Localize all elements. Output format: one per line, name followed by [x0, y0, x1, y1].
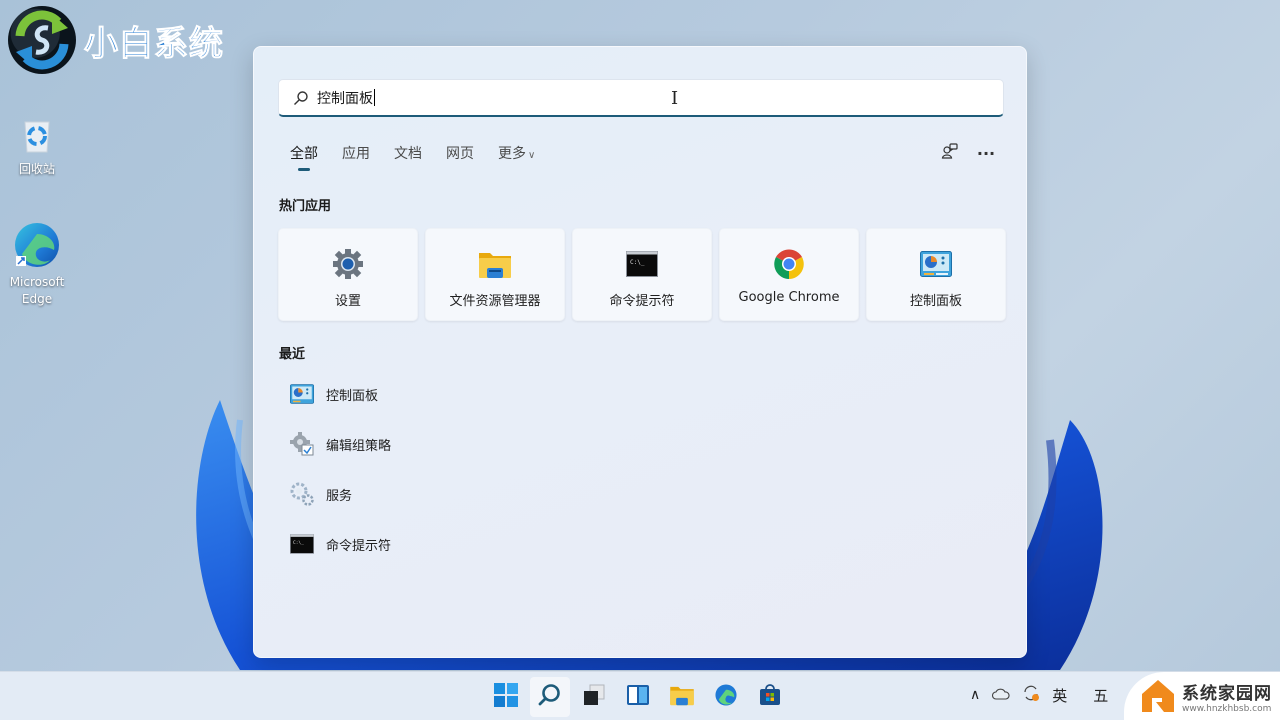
- top-app-label: 设置: [334, 294, 361, 309]
- search-input[interactable]: 控制面板: [317, 88, 373, 108]
- recent-item-label: 编辑组策略: [326, 438, 392, 454]
- command-prompt-icon: C:\_: [289, 531, 315, 557]
- top-app-file-explorer[interactable]: 文件资源管理器: [425, 228, 565, 321]
- taskbar-apps: [486, 677, 790, 717]
- site-watermark: 系统家园网 www.hnzkhbsb.com: [1124, 672, 1280, 720]
- desktop-icon-recycle-bin[interactable]: 回收站: [2, 116, 72, 177]
- top-app-label: Google Chrome: [738, 290, 840, 305]
- desktop-icon-label: Microsoft Edge: [9, 275, 65, 306]
- file-explorer-icon: [478, 247, 512, 281]
- top-app-settings[interactable]: 设置: [278, 228, 418, 321]
- top-app-command-prompt[interactable]: C:\_ 命令提示符: [572, 228, 712, 321]
- control-panel-icon: [289, 381, 315, 407]
- more-options-button[interactable]: ···: [972, 139, 1000, 167]
- text-caret: [374, 89, 375, 106]
- account-switch-button[interactable]: [936, 139, 964, 167]
- edge-icon: [12, 220, 62, 270]
- command-prompt-icon: C:\_: [625, 247, 659, 281]
- search-icon: [538, 683, 562, 711]
- taskbar-task-view-button[interactable]: [574, 677, 614, 717]
- site-logo-watermark: 小白系统: [8, 6, 224, 74]
- tab-more[interactable]: 更多 ∨: [498, 143, 535, 163]
- search-flyout: 控制面板 I 全部 应用 文档 网页 更多 ∨ ··· 热门应用 设置 文件资源…: [253, 46, 1027, 658]
- ime-language-indicator[interactable]: 英: [1052, 685, 1067, 706]
- tab-all[interactable]: 全部: [290, 143, 318, 171]
- system-tray: ∧ 英 五: [970, 684, 1108, 706]
- services-icon: [289, 481, 315, 507]
- recent-item-control-panel[interactable]: 控制面板: [278, 369, 578, 419]
- taskbar-edge-button[interactable]: [706, 677, 746, 717]
- recent-title: 最近: [279, 347, 306, 362]
- windows-start-icon: [494, 683, 518, 711]
- desktop-icon-edge[interactable]: Microsoft Edge: [2, 220, 72, 308]
- group-policy-icon: [289, 431, 315, 457]
- mouse-ibeam-cursor: I: [671, 88, 679, 109]
- top-app-control-panel[interactable]: 控制面板: [866, 228, 1006, 321]
- watermark-url: www.hnzkhbsb.com: [1182, 703, 1272, 714]
- svg-text:C:\_: C:\_: [293, 540, 304, 546]
- file-explorer-icon: [669, 684, 695, 710]
- sync-update-icon[interactable]: [1022, 684, 1040, 706]
- edge-icon: [714, 683, 738, 711]
- watermark-title: 系统家园网: [1182, 683, 1272, 704]
- tab-web[interactable]: 网页: [446, 143, 474, 163]
- desktop-icon-label: 回收站: [18, 162, 55, 176]
- onedrive-cloud-icon[interactable]: [992, 686, 1010, 704]
- store-icon: [758, 683, 782, 711]
- chevron-down-icon: ∨: [528, 150, 536, 161]
- recent-item-label: 服务: [326, 488, 353, 504]
- recent-list: 控制面板 编辑组策略 服务 C:\_ 命令提示符: [278, 369, 578, 569]
- tab-documents[interactable]: 文档: [394, 143, 422, 163]
- taskbar-search-button[interactable]: [530, 677, 570, 717]
- recent-item-group-policy[interactable]: 编辑组策略: [278, 419, 578, 469]
- ime-mode-indicator[interactable]: 五: [1093, 685, 1108, 706]
- widgets-icon: [626, 683, 650, 711]
- tab-apps[interactable]: 应用: [342, 143, 370, 163]
- logo-refresh-icon: [8, 6, 76, 74]
- top-app-label: 命令提示符: [609, 294, 675, 309]
- tray-overflow-chevron-icon[interactable]: ∧: [970, 687, 980, 703]
- house-logo-icon: [1142, 680, 1174, 712]
- top-app-label: 文件资源管理器: [449, 294, 541, 309]
- chrome-icon: [772, 247, 806, 281]
- top-app-chrome[interactable]: Google Chrome: [719, 228, 859, 321]
- recent-item-services[interactable]: 服务: [278, 469, 578, 519]
- logo-text: 小白系统: [84, 23, 224, 64]
- recycle-bin-icon: [17, 116, 57, 156]
- settings-gear-icon: [331, 247, 365, 281]
- svg-text:C:\_: C:\_: [630, 259, 645, 266]
- taskbar: ∧ 英 五: [0, 671, 1280, 720]
- taskbar-widgets-button[interactable]: [618, 677, 658, 717]
- account-switch-icon: [941, 142, 959, 164]
- search-filter-tabs: 全部 应用 文档 网页 更多 ∨: [290, 143, 559, 171]
- recent-item-label: 控制面板: [326, 388, 379, 404]
- search-box[interactable]: 控制面板 I: [278, 79, 1004, 117]
- top-apps-grid: 设置 文件资源管理器 C:\_ 命令提示符 Google Chrome 控制面板: [278, 228, 1006, 321]
- taskbar-store-button[interactable]: [750, 677, 790, 717]
- recent-item-label: 命令提示符: [326, 538, 392, 554]
- recent-item-command-prompt[interactable]: C:\_ 命令提示符: [278, 519, 578, 569]
- top-app-label: 控制面板: [909, 294, 962, 309]
- task-view-icon: [582, 683, 606, 711]
- taskbar-file-explorer-button[interactable]: [662, 677, 702, 717]
- taskbar-start-button[interactable]: [486, 677, 526, 717]
- search-icon: [293, 90, 309, 106]
- top-apps-title: 热门应用: [279, 199, 332, 214]
- control-panel-icon: [919, 247, 953, 281]
- more-icon: ···: [976, 143, 996, 163]
